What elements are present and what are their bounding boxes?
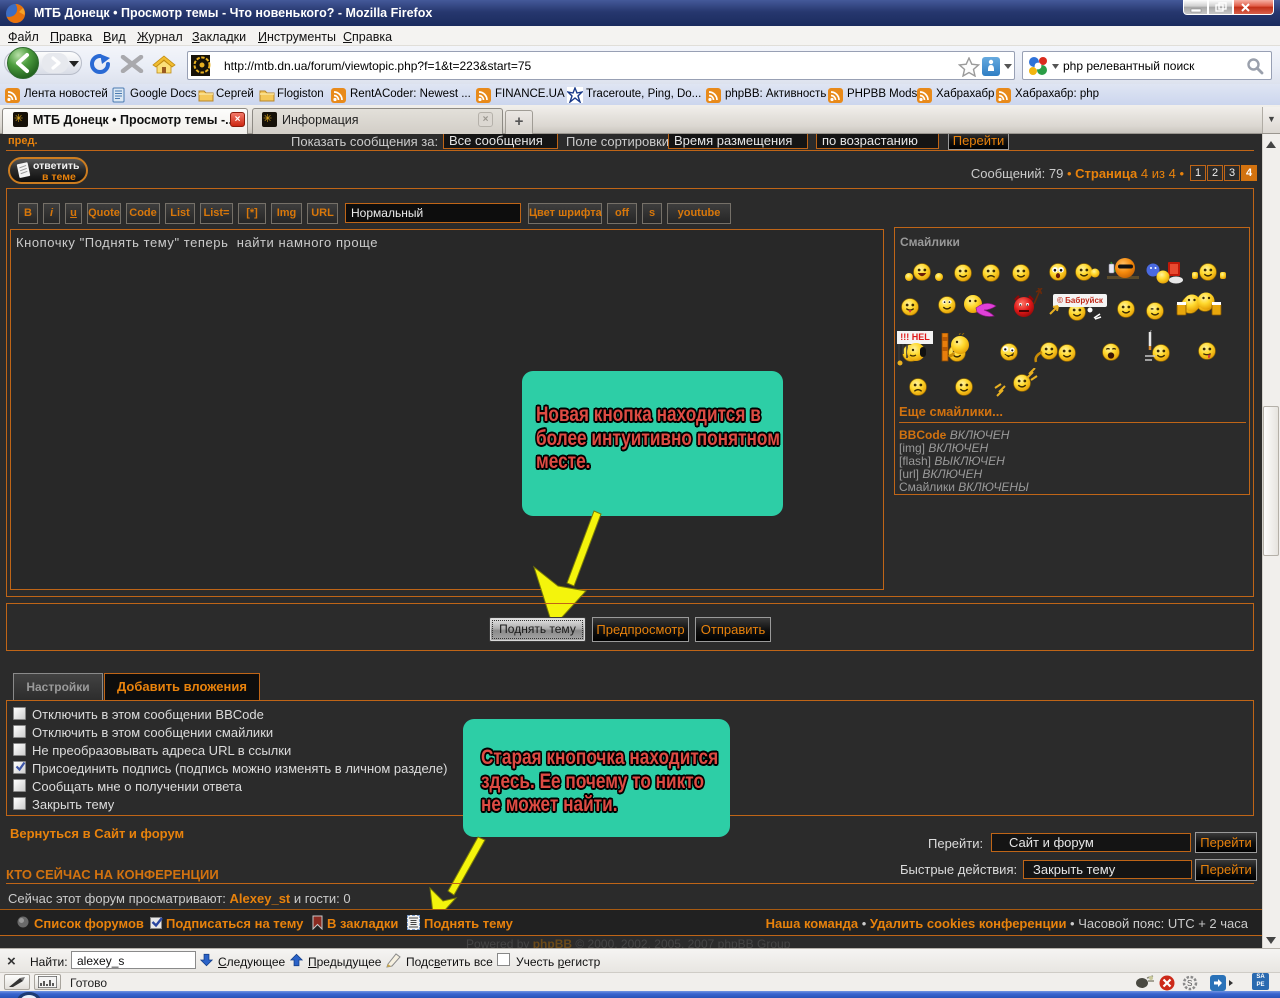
svg-text:S: S: [1187, 979, 1192, 988]
